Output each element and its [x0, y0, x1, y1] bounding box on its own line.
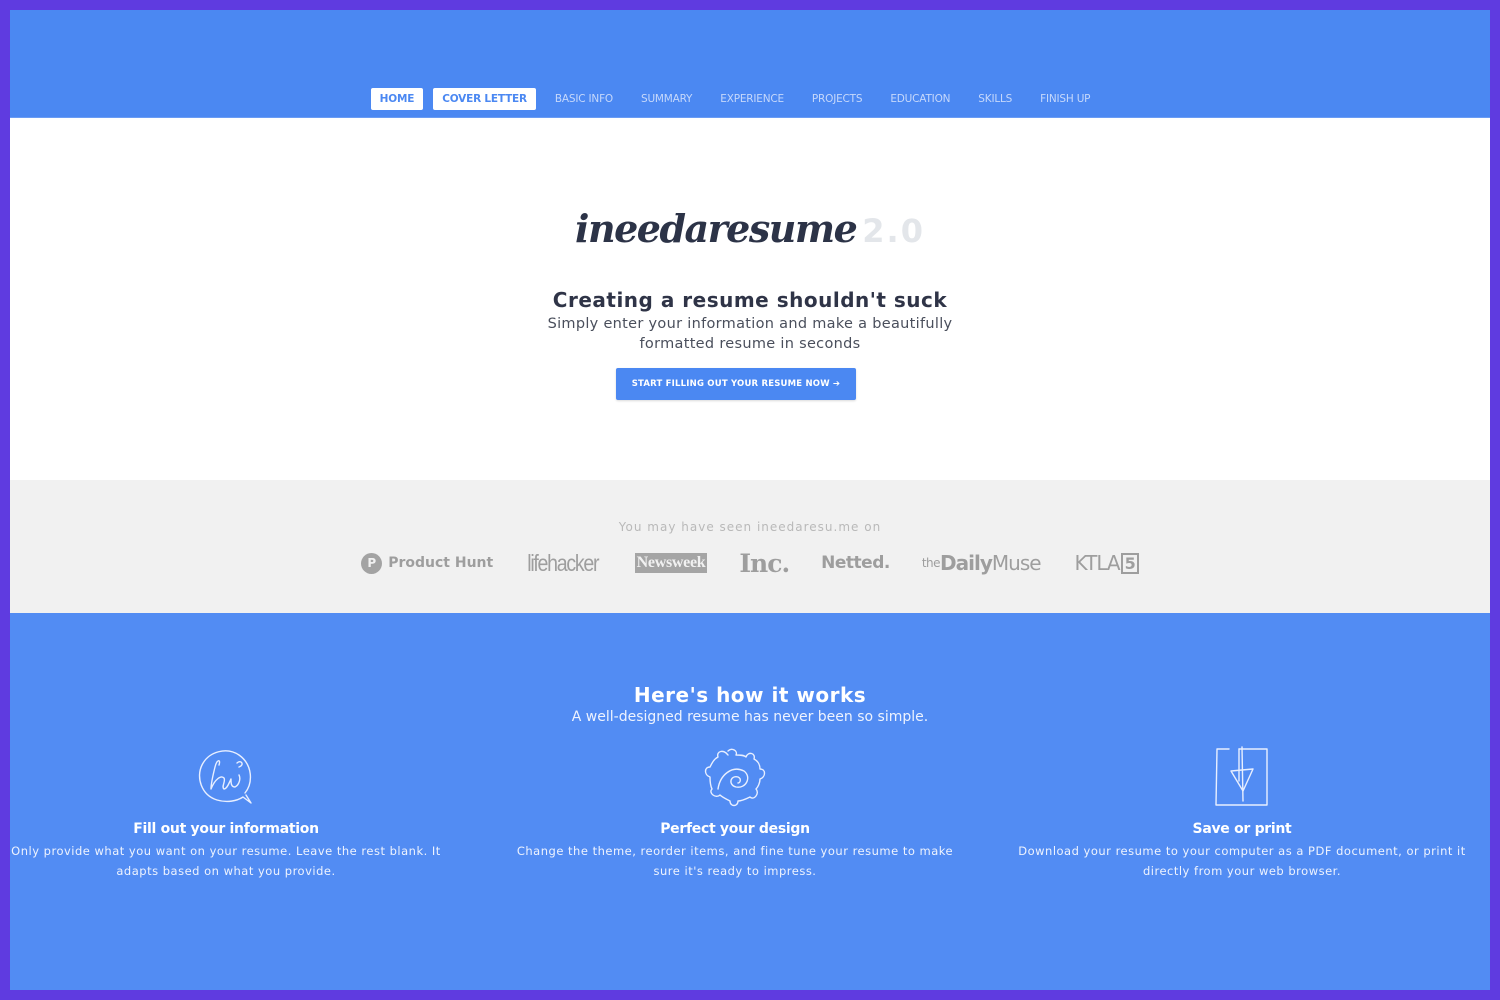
- newsweek-logo: Newsweek: [634, 553, 708, 573]
- ktla-text: KTLA: [1074, 551, 1121, 575]
- nav-basic-info[interactable]: BASIC INFO: [546, 88, 622, 110]
- logo-text: ineedaresume: [575, 206, 858, 251]
- inc-logo: Inc.: [739, 548, 790, 578]
- step-title: Save or print: [1192, 821, 1292, 837]
- how-subtitle: A well-designed resume has never been so…: [571, 709, 929, 725]
- hero-subtitle: Simply enter your information and make a…: [547, 316, 953, 352]
- product-hunt-logo: P Product Hunt: [361, 552, 494, 574]
- lifehacker-logo: lifehacker: [527, 549, 599, 576]
- nav-experience[interactable]: EXPERIENCE: [711, 88, 793, 110]
- nav-cover-letter[interactable]: COVER LETTER: [433, 88, 536, 110]
- gear-swirl-icon: [704, 748, 766, 807]
- step-description: Download your resume to your computer as…: [1018, 844, 1466, 878]
- hero-title: Creating a resume shouldn't suck: [552, 288, 948, 312]
- press-section: You may have seen ineedaresu.me on P Pro…: [10, 480, 1490, 613]
- how-it-works-section: Here's how it works A well-designed resu…: [10, 613, 1490, 990]
- press-label: You may have seen ineedaresu.me on: [618, 520, 882, 534]
- nav-skills[interactable]: SKILLS: [969, 88, 1021, 110]
- header: HOME COVER LETTER BASIC INFO SUMMARY EXP…: [10, 10, 1490, 118]
- press-logos: P Product Hunt lifehacker Newsweek Inc. …: [10, 546, 1490, 580]
- hero-section: ineedaresume 2.0 Creating a resume should…: [10, 118, 1490, 480]
- how-title: Here's how it works: [633, 683, 867, 707]
- nav-projects[interactable]: PROJECTS: [803, 88, 871, 110]
- daily-muse-muse: Muse: [991, 551, 1042, 575]
- step-description: Only provide what you want on your resum…: [11, 844, 441, 878]
- site-logo: ineedaresume 2.0: [10, 206, 1490, 251]
- daily-muse-daily: Daily: [940, 551, 993, 575]
- product-hunt-text: Product Hunt: [388, 555, 494, 571]
- step-title: Perfect your design: [660, 821, 810, 837]
- hi-speech-bubble-icon: [198, 750, 252, 804]
- daily-muse-logo: the Daily Muse: [921, 551, 1042, 575]
- download-document-icon: [1215, 746, 1268, 806]
- step-perfect-design: Perfect your design Change the theme, re…: [505, 745, 965, 881]
- step-fill-out: Fill out your information Only provide w…: [10, 745, 456, 881]
- nav-summary[interactable]: SUMMARY: [632, 88, 701, 110]
- step-title: Fill out your information: [133, 821, 319, 837]
- main-nav: HOME COVER LETTER BASIC INFO SUMMARY EXP…: [10, 88, 1490, 110]
- product-hunt-icon: P: [361, 552, 383, 574]
- netted-logo: Netted.: [821, 553, 890, 573]
- daily-muse-the: the: [921, 556, 941, 570]
- nav-education[interactable]: EDUCATION: [881, 88, 959, 110]
- start-resume-button[interactable]: START FILLING OUT YOUR RESUME NOW ➔: [616, 368, 856, 400]
- page-frame: HOME COVER LETTER BASIC INFO SUMMARY EXP…: [10, 10, 1490, 990]
- nav-finish-up[interactable]: FINISH UP: [1031, 88, 1099, 110]
- ktla-logo: KTLA 5: [1075, 551, 1139, 575]
- logo-version: 2.0: [862, 212, 925, 250]
- ktla-channel-icon: 5: [1120, 552, 1139, 574]
- step-description: Change the theme, reorder items, and fin…: [516, 844, 954, 878]
- nav-home[interactable]: HOME: [370, 88, 424, 110]
- step-save-print: Save or print Download your resume to yo…: [1012, 745, 1472, 881]
